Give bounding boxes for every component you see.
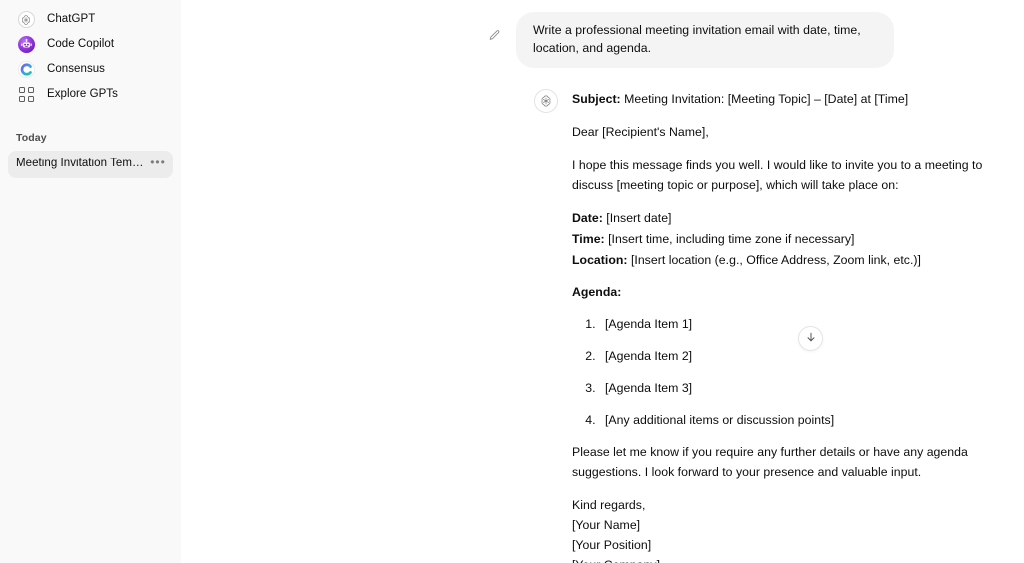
location-value: [Insert location (e.g., Office Address, …	[627, 252, 921, 267]
list-item: [Agenda Item 3]	[599, 379, 1024, 399]
sidebar: ChatGPT Code Copilot Consensus Explore G…	[0, 0, 181, 563]
user-message-turn: Write a professional meeting invitation …	[181, 0, 1024, 69]
assistant-message-body: Subject: Meeting Invitation: [Meeting To…	[572, 90, 1024, 563]
subject-value: Meeting Invitation: [Meeting Topic] – [D…	[620, 92, 909, 107]
sidebar-item-label: Explore GPTs	[47, 87, 118, 100]
email-closing-paragraph: Please let me know if you require any fu…	[572, 445, 968, 479]
sidebar-item-label: ChatGPT	[47, 12, 96, 25]
email-agenda-heading: Agenda:	[572, 283, 1024, 303]
consensus-c-icon	[16, 60, 36, 80]
time-label: Time:	[572, 231, 605, 246]
list-item: [Any additional items or discussion poin…	[599, 411, 1024, 431]
gpt-shortcut-list: ChatGPT Code Copilot Consensus Explore G…	[0, 4, 181, 107]
section-label-today: Today	[16, 132, 47, 144]
user-message-bubble: Write a professional meeting invitation …	[516, 12, 894, 69]
message-thread: Write a professional meeting invitation …	[181, 0, 1024, 563]
subject-label: Subject:	[572, 92, 621, 107]
email-signature-block: Kind regards, [Your Name] [Your Position…	[572, 496, 1024, 563]
scroll-to-bottom-button[interactable]	[798, 326, 823, 351]
email-intro-paragraph: I hope this message finds you well. I wo…	[572, 157, 983, 192]
pencil-edit-icon[interactable]	[484, 25, 504, 45]
chatgpt-logo-icon	[16, 10, 36, 30]
signature-line: [Your Company]	[572, 556, 1024, 563]
sidebar-item-label: Consensus	[47, 62, 105, 75]
sidebar-item-explore-gpts[interactable]: Explore GPTs	[8, 82, 173, 107]
arrow-down-icon	[805, 330, 817, 348]
chat-options-ellipsis-icon[interactable]: •••	[149, 155, 167, 173]
agenda-label: Agenda:	[572, 284, 622, 299]
location-label: Location:	[572, 252, 628, 267]
signature-line: [Your Name]	[572, 517, 641, 532]
assistant-message-turn: Subject: Meeting Invitation: [Meeting To…	[181, 68, 1024, 563]
chat-history-item-meeting-invitation-template[interactable]: Meeting Invitation Template •••	[8, 150, 173, 178]
email-subject-line: Subject: Meeting Invitation: [Meeting To…	[572, 90, 1024, 110]
email-greeting: Dear [Recipient's Name],	[572, 125, 709, 140]
signature-line: Kind regards,	[572, 497, 646, 512]
date-value: [Insert date]	[602, 210, 672, 225]
grid-squares-icon	[16, 85, 36, 105]
chat-history-list: Meeting Invitation Template •••	[0, 150, 181, 178]
email-location-line: Location: [Insert location (e.g., Office…	[572, 251, 1024, 271]
chat-history-item-title: Meeting Invitation Template	[16, 158, 149, 170]
time-value: [Insert time, including time zone if nec…	[604, 231, 855, 246]
sidebar-item-code-copilot[interactable]: Code Copilot	[8, 32, 173, 57]
signature-line: [Your Position]	[572, 537, 652, 552]
conversation-panel: Write a professional meeting invitation …	[181, 0, 1024, 563]
sidebar-item-consensus[interactable]: Consensus	[8, 57, 173, 82]
date-label: Date:	[572, 210, 603, 225]
code-copilot-robot-icon	[16, 35, 36, 55]
email-date-line: Date: [Insert date]	[572, 209, 1024, 229]
sidebar-item-label: Code Copilot	[47, 37, 115, 50]
email-time-line: Time: [Insert time, including time zone …	[572, 230, 1024, 250]
chatgpt-app-window: ChatGPT Code Copilot Consensus Explore G…	[0, 0, 1024, 563]
sidebar-item-chatgpt[interactable]: ChatGPT	[8, 7, 173, 32]
